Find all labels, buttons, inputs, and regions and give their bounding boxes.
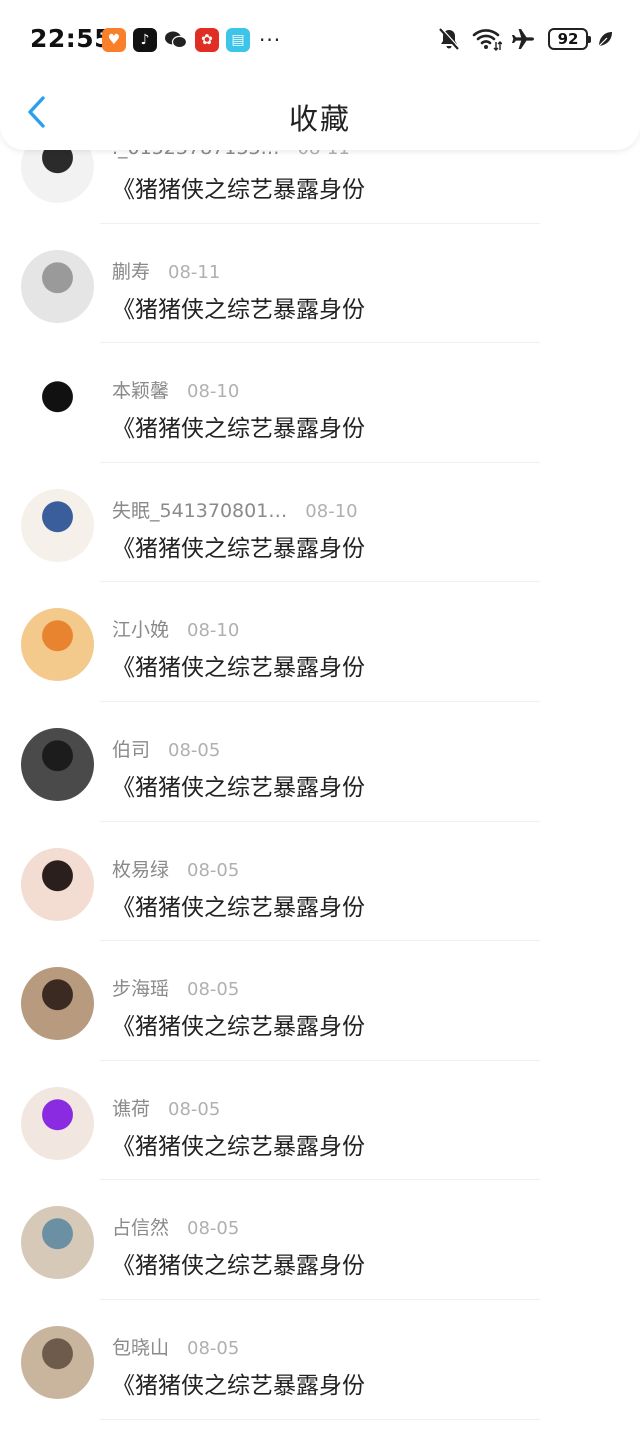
more-notifications-icon: ··· — [259, 28, 282, 52]
reader-app-icon: ▤ — [226, 28, 250, 52]
user-name[interactable]: 伯司 — [112, 739, 150, 761]
avatar[interactable] — [21, 967, 94, 1041]
user-name[interactable]: 本颖馨 — [112, 380, 169, 402]
item-date: 08-05 — [187, 859, 240, 881]
avatar[interactable] — [21, 727, 94, 801]
user-name[interactable]: 枚易绿 — [112, 859, 169, 881]
page-title: 收藏 — [288, 102, 351, 136]
battery-icon: 92 — [548, 28, 591, 50]
item-content[interactable]: 《猪猪侠之综艺暴露身份 — [112, 1007, 365, 1041]
item-date: 08-05 — [187, 979, 240, 1001]
item-date: 08-10 — [187, 620, 240, 642]
avatar[interactable] — [21, 1206, 94, 1280]
taobao-app-icon: ♥ — [102, 28, 126, 52]
item-meta: 伯司 08-05 — [112, 735, 220, 761]
user-name[interactable]: 蒯寿 — [112, 261, 150, 283]
list-item[interactable]: 占信然 08-05 《猪猪侠之综艺暴露身份 — [0, 1180, 640, 1300]
item-meta: 包晓山 08-05 — [112, 1333, 239, 1359]
avatar[interactable] — [21, 608, 94, 682]
user-name[interactable]: 占信然 — [112, 1217, 169, 1239]
item-date: 08-10 — [305, 500, 358, 522]
item-meta: 本颖馨 08-10 — [112, 376, 239, 402]
item-content[interactable]: 《猪猪侠之综艺暴露身份 — [112, 768, 365, 802]
avatar[interactable] — [21, 488, 94, 562]
list-item[interactable]: 步海瑶 08-05 《猪猪侠之综艺暴露身份 — [0, 941, 640, 1061]
favorites-screen: ._01523787133…08-11《猪猪侠之综艺暴露身份蒯寿08-11《猪猪… — [0, 0, 640, 1429]
mute-icon — [436, 26, 462, 52]
item-meta: 失眠_541370801… 08-10 — [112, 496, 358, 522]
status-time: 22:55 — [30, 24, 113, 53]
avatar[interactable] — [21, 847, 94, 921]
item-content[interactable]: 《猪猪侠之综艺暴露身份 — [112, 1246, 365, 1280]
item-meta: 枚易绿 08-05 — [112, 855, 239, 881]
header: 22:55 ♥ ♪ ✿ ▤ ··· 92 收藏 — [0, 0, 640, 150]
item-content[interactable]: 《猪猪侠之综艺暴露身份 — [112, 1127, 365, 1161]
item-content[interactable]: 《猪猪侠之综艺暴露身份 — [112, 1366, 365, 1400]
item-content[interactable]: 《猪猪侠之综艺暴露身份 — [112, 290, 365, 324]
airplane-icon — [510, 26, 536, 52]
user-name[interactable]: 失眠_541370801… — [112, 500, 287, 522]
item-content[interactable]: 《猪猪侠之综艺暴露身份 — [112, 409, 365, 443]
list-item[interactable]: 伯司 08-05 《猪猪侠之综艺暴露身份 — [0, 702, 640, 822]
user-name[interactable]: 谯荷 — [112, 1098, 150, 1120]
divider — [100, 1418, 540, 1420]
wifi-icon — [472, 26, 502, 52]
pinduoduo-app-icon: ✿ — [195, 28, 219, 52]
avatar[interactable] — [21, 1325, 94, 1399]
avatar[interactable] — [21, 1086, 94, 1160]
list-item[interactable]: 枚易绿 08-05 《猪猪侠之综艺暴露身份 — [0, 822, 640, 942]
item-meta: 步海瑶 08-05 — [112, 974, 239, 1000]
list-item[interactable]: 江小娩 08-10 《猪猪侠之综艺暴露身份 — [0, 582, 640, 702]
item-content[interactable]: 《猪猪侠之综艺暴露身份 — [112, 888, 365, 922]
item-date: 08-05 — [187, 1218, 240, 1240]
item-content[interactable]: 《猪猪侠之综艺暴露身份 — [112, 648, 365, 682]
list-item[interactable]: 本颖馨 08-10 《猪猪侠之综艺暴露身份 — [0, 343, 640, 463]
notification-app-icons: ♥ ♪ ✿ ▤ ··· — [102, 28, 281, 52]
tiktok-app-icon: ♪ — [133, 28, 157, 52]
favorites-list[interactable]: ._01523787133…08-11《猪猪侠之综艺暴露身份蒯寿08-11《猪猪… — [0, 104, 640, 1420]
item-meta: 占信然 08-05 — [112, 1213, 239, 1239]
leaf-icon — [596, 29, 614, 49]
status-bar: 22:55 ♥ ♪ ✿ ▤ ··· 92 — [0, 0, 640, 80]
list-item[interactable]: 蒯寿 08-11 《猪猪侠之综艺暴露身份 — [0, 224, 640, 344]
item-date: 08-05 — [168, 1098, 221, 1120]
wechat-app-icon — [164, 28, 188, 52]
avatar[interactable] — [21, 249, 94, 323]
user-name[interactable]: 包晓山 — [112, 1337, 169, 1359]
item-date: 08-11 — [168, 261, 221, 283]
list-item[interactable]: 谯荷 08-05 《猪猪侠之综艺暴露身份 — [0, 1061, 640, 1181]
item-meta: 蒯寿 08-11 — [112, 257, 220, 283]
item-date: 08-10 — [187, 381, 240, 403]
item-content[interactable]: 《猪猪侠之综艺暴露身份 — [112, 170, 365, 204]
avatar[interactable] — [21, 369, 94, 443]
status-indicators: 92 — [436, 26, 614, 52]
title-bar: 收藏 — [0, 80, 640, 150]
list-item[interactable]: 失眠_541370801… 08-10 《猪猪侠之综艺暴露身份 — [0, 463, 640, 583]
item-date: 08-05 — [187, 1337, 240, 1359]
item-content[interactable]: 《猪猪侠之综艺暴露身份 — [112, 529, 365, 563]
item-meta: 江小娩 08-10 — [112, 615, 239, 641]
item-date: 08-05 — [168, 739, 221, 761]
list-item[interactable]: 包晓山 08-05 《猪猪侠之综艺暴露身份 — [0, 1300, 640, 1420]
item-meta: 谯荷 08-05 — [112, 1094, 220, 1120]
user-name[interactable]: 步海瑶 — [112, 978, 169, 1000]
user-name[interactable]: 江小娩 — [112, 619, 169, 641]
